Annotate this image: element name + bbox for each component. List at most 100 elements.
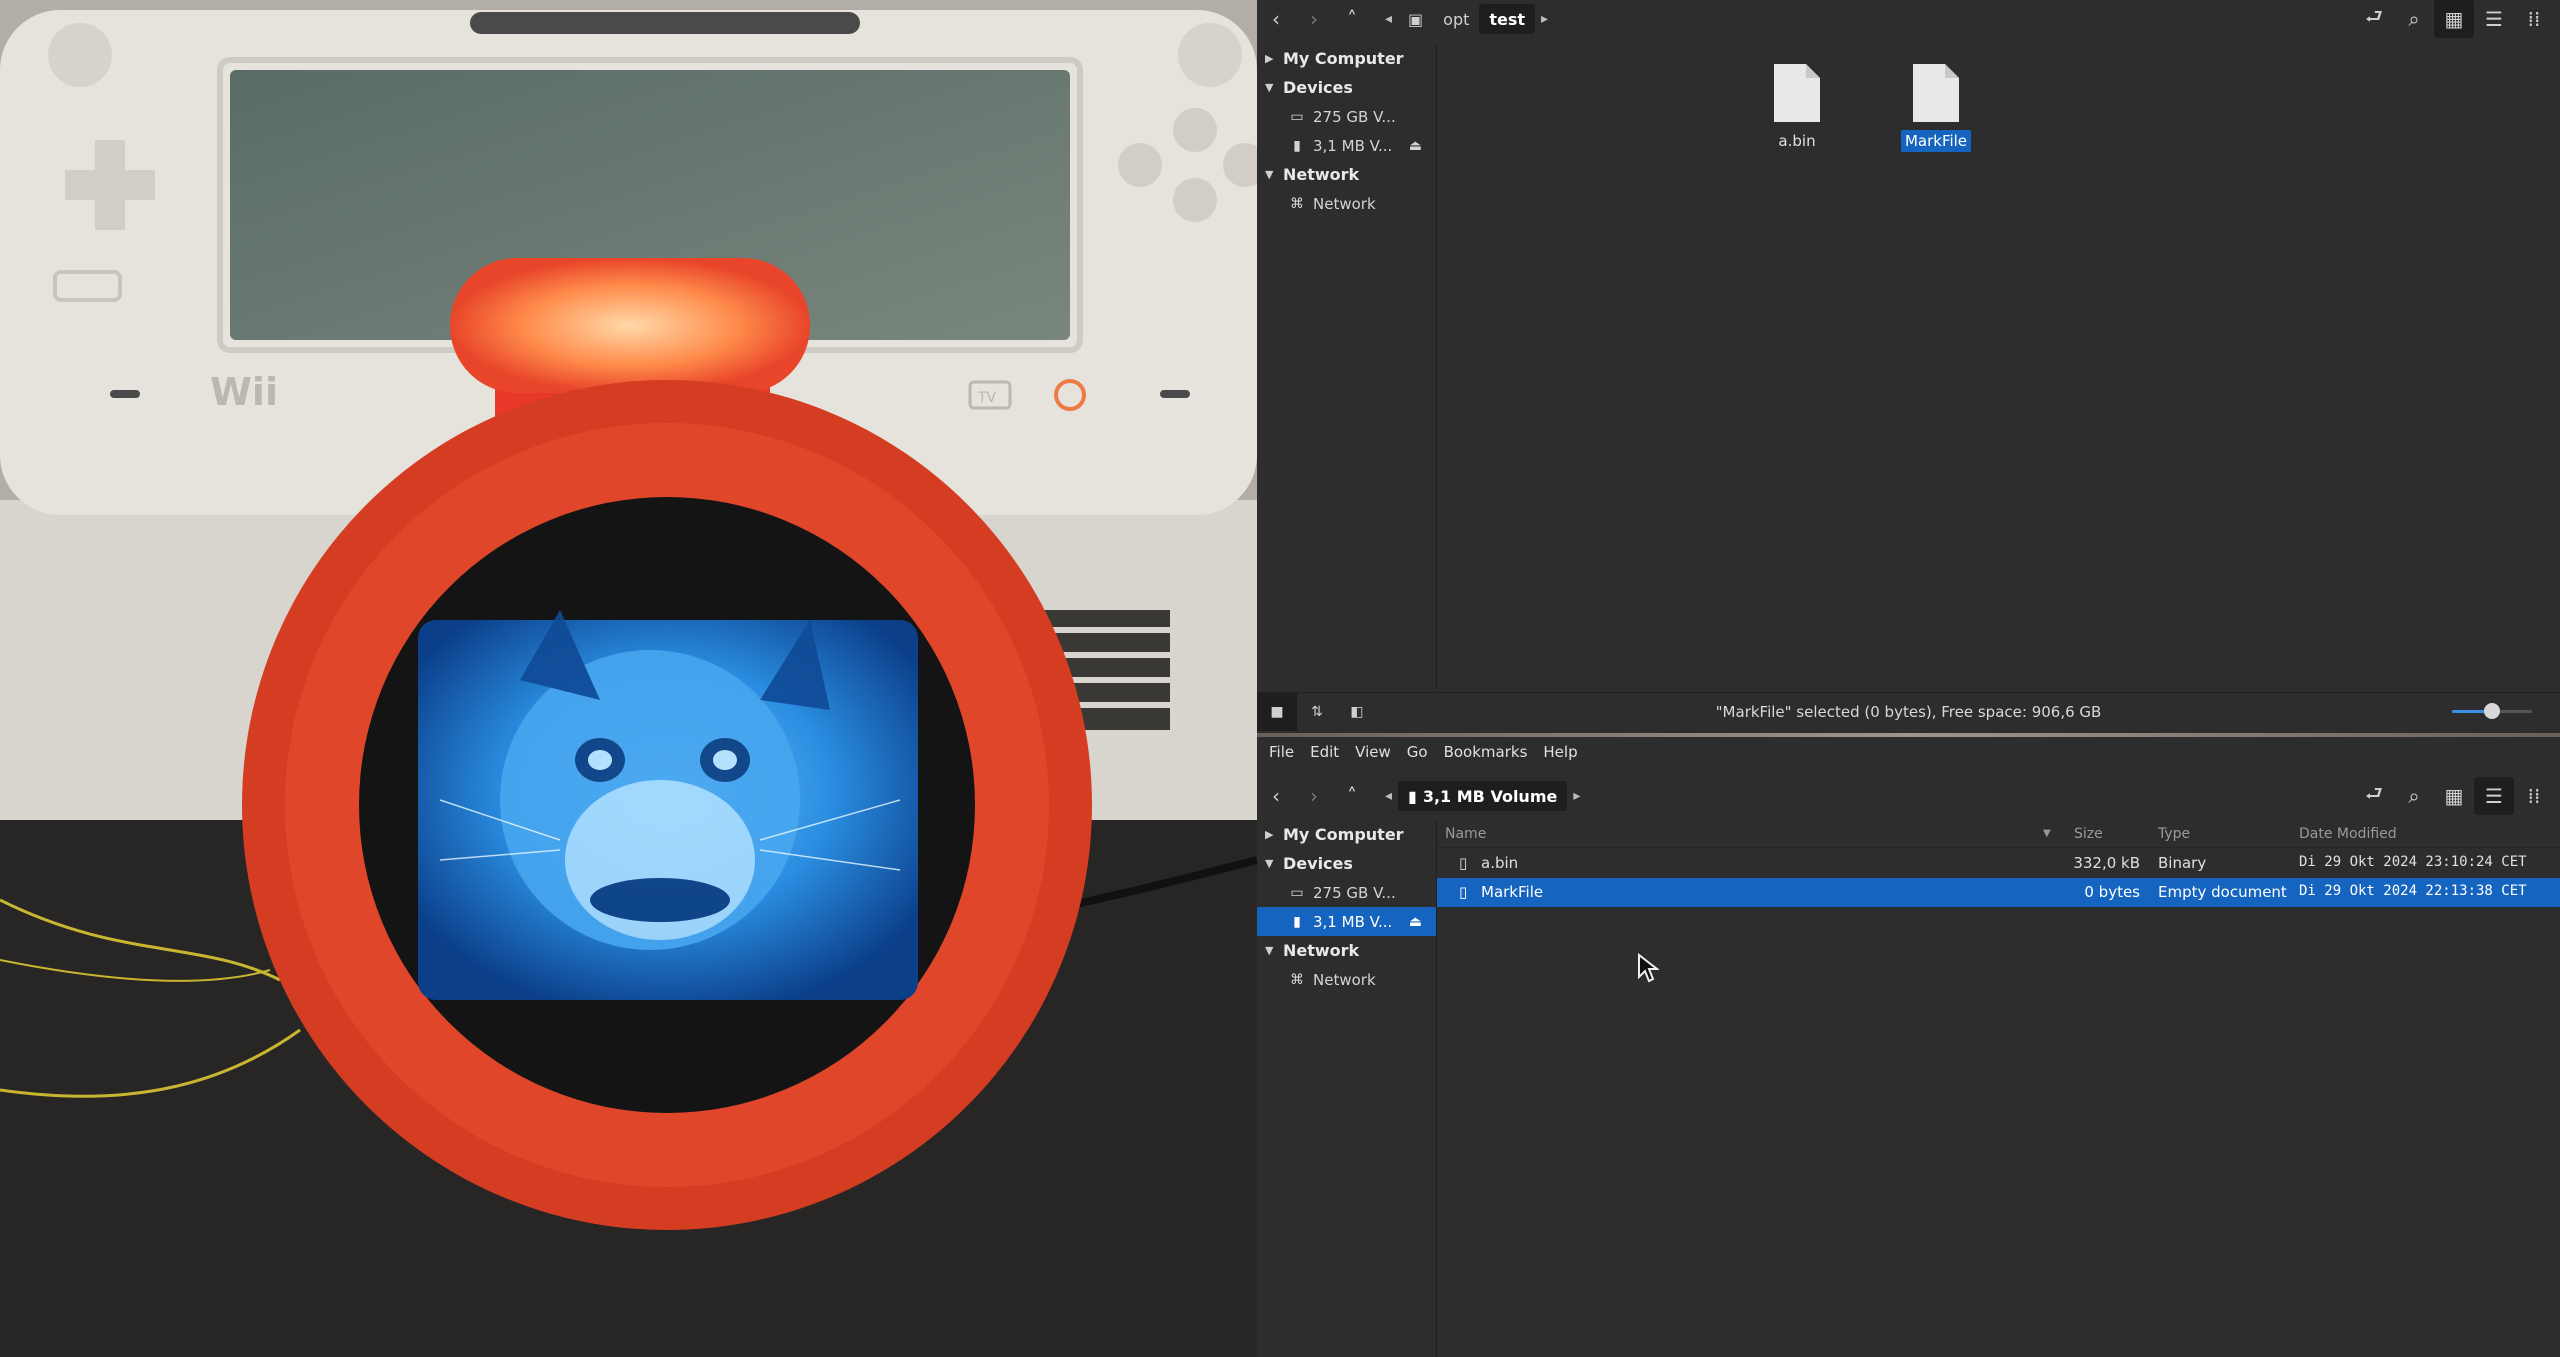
row-name: a.bin — [1481, 854, 1519, 872]
breadcrumb: ◂ ▮ 3,1 MB Volume ▸ — [1379, 781, 1586, 811]
file-name-label-selected: MarkFile — [1900, 130, 1972, 152]
status-text: "MarkFile" selected (0 bytes), Free spac… — [1715, 702, 2102, 721]
list-header: Name ▼ Size Type Date Modified — [1437, 820, 2560, 848]
column-header-name[interactable]: Name — [1445, 826, 1486, 842]
sidebar-toggle-icon[interactable]: ◧ — [1337, 693, 1377, 731]
column-header-size[interactable]: Size — [2074, 826, 2103, 842]
sort-descending-icon[interactable]: ▼ — [2043, 828, 2051, 839]
sidebar-network-header[interactable]: ▼ Network — [1257, 936, 1436, 965]
breadcrumb-right-arrow[interactable]: ▸ — [1535, 11, 1554, 27]
sidebar-my-computer[interactable]: ▶ My Computer — [1257, 44, 1436, 73]
top-icon-view: a.bin MarkFile — [1437, 44, 2560, 689]
row-size: 332,0 kB — [2073, 854, 2140, 872]
breadcrumb-left-arrow[interactable]: ◂ — [1379, 11, 1398, 27]
zoom-slider[interactable] — [2452, 703, 2532, 719]
toggle-location-icon[interactable]: ⮐ — [2354, 0, 2394, 38]
breadcrumb-segment-opt[interactable]: opt — [1433, 4, 1479, 34]
up-button[interactable]: ˄ — [1333, 777, 1371, 815]
search-icon[interactable]: ⌕ — [2394, 777, 2434, 815]
console-logo: Wii — [210, 370, 278, 414]
sidebar-device-3mb-selected[interactable]: ▮ 3,1 MB V... ⏏ — [1257, 907, 1436, 936]
tree-toggle-icon[interactable]: ⇅ — [1297, 693, 1337, 731]
network-icon: ⌘ — [1290, 195, 1304, 212]
places-toggle-icon[interactable]: ■ — [1257, 692, 1297, 731]
search-icon[interactable]: ⌕ — [2394, 0, 2434, 38]
icon-view-icon[interactable]: ▦ — [2434, 0, 2474, 38]
eject-icon[interactable]: ⏏ — [1409, 138, 1422, 154]
sidebar-device-label: 275 GB V... — [1313, 107, 1396, 126]
collapsed-triangle-icon: ▶ — [1265, 52, 1274, 65]
sidebar-my-computer-label: My Computer — [1283, 825, 1404, 844]
forward-button[interactable]: › — [1295, 0, 1333, 38]
sidebar-network-label: Network — [1313, 194, 1376, 213]
document-icon — [1911, 62, 1961, 124]
sidebar-network-header[interactable]: ▼ Network — [1257, 160, 1436, 189]
menu-view[interactable]: View — [1347, 743, 1399, 761]
camera-photo: Wii TV — [0, 0, 1257, 1357]
sidebar-device-3mb[interactable]: ▮ 3,1 MB V... ⏏ — [1257, 131, 1436, 160]
back-button[interactable]: ‹ — [1257, 777, 1295, 815]
up-button[interactable]: ˄ — [1333, 0, 1371, 38]
sidebar-network-label: Network — [1313, 970, 1376, 989]
forward-button[interactable]: › — [1295, 777, 1333, 815]
eject-icon[interactable]: ⏏ — [1409, 914, 1422, 930]
menu-bookmarks[interactable]: Bookmarks — [1436, 743, 1536, 761]
sidebar-devices[interactable]: ▼ Devices — [1257, 849, 1436, 878]
file-manager-top-window: ‹ › ˄ ◂ ▣ opt test ▸ ⮐ ⌕ ▦ ☰ ⁞⁞ ▶ My Comp… — [1257, 0, 2560, 733]
sidebar-my-computer[interactable]: ▶ My Computer — [1257, 820, 1436, 849]
breadcrumb-segment-test[interactable]: test — [1479, 4, 1536, 34]
sidebar-device-label: 3,1 MB V... — [1313, 912, 1393, 931]
sidebar-devices-label: Devices — [1283, 78, 1353, 97]
table-row-selected[interactable]: ▯ MarkFile 0 bytes Empty document Di 29 … — [1437, 878, 2560, 907]
breadcrumb-left-arrow[interactable]: ◂ — [1379, 788, 1398, 804]
zoom-slider-knob[interactable] — [2484, 703, 2500, 719]
menu-help[interactable]: Help — [1535, 743, 1585, 761]
bottom-sidebar: ▶ My Computer ▼ Devices ▭ 275 GB V... ▮ 3,1 … — [1257, 820, 1437, 1357]
file-icon: ▯ — [1459, 854, 1468, 872]
sidebar-network-item[interactable]: ⌘ Network — [1257, 965, 1436, 994]
icon-view-icon[interactable]: ▦ — [2434, 777, 2474, 815]
breadcrumb-volume-label: 3,1 MB Volume — [1422, 786, 1558, 806]
sidebar-device-label: 3,1 MB V... — [1313, 136, 1393, 155]
mouse-cursor-icon — [1638, 953, 1659, 983]
compact-view-icon[interactable]: ⁞⁞ — [2514, 0, 2554, 38]
breadcrumb-root-icon[interactable]: ▣ — [1398, 4, 1433, 34]
table-row[interactable]: ▯ a.bin 332,0 kB Binary Di 29 Okt 2024 2… — [1437, 849, 2560, 878]
drive-icon: ▭ — [1290, 884, 1304, 901]
bottom-toolbar: ‹ › ˄ ◂ ▮ 3,1 MB Volume ▸ ⮐ ⌕ ▦ ☰ ⁞⁞ — [1257, 777, 2560, 815]
network-icon: ⌘ — [1290, 971, 1304, 988]
file-icon-markfile[interactable]: MarkFile — [1891, 62, 1981, 152]
toggle-location-icon[interactable]: ⮐ — [2354, 777, 2394, 815]
bottom-list-view: Name ▼ Size Type Date Modified ▯ a.bin 3… — [1437, 820, 2560, 1357]
sidebar-my-computer-label: My Computer — [1283, 49, 1404, 68]
list-view-icon[interactable]: ☰ — [2474, 0, 2514, 38]
sidebar-devices[interactable]: ▼ Devices — [1257, 73, 1436, 102]
sidebar-device-label: 275 GB V... — [1313, 883, 1396, 902]
file-manager-bottom-window: File Edit View Go Bookmarks Help ‹ › ˄ ◂… — [1257, 737, 2560, 1357]
list-view-icon[interactable]: ☰ — [2474, 777, 2514, 815]
file-icon-a-bin[interactable]: a.bin — [1752, 62, 1842, 152]
compact-view-icon[interactable]: ⁞⁞ — [2514, 777, 2554, 815]
breadcrumb-right-arrow[interactable]: ▸ — [1567, 788, 1586, 804]
menu-edit[interactable]: Edit — [1302, 743, 1347, 761]
tv-button-label: TV — [977, 390, 997, 406]
column-header-type[interactable]: Type — [2158, 826, 2190, 842]
usb-drive-icon: ▮ — [1293, 913, 1301, 930]
column-header-date[interactable]: Date Modified — [2299, 826, 2397, 842]
breadcrumb-segment-volume[interactable]: ▮ 3,1 MB Volume — [1398, 781, 1568, 811]
sidebar-device-275gb[interactable]: ▭ 275 GB V... — [1257, 878, 1436, 907]
row-size: 0 bytes — [2084, 883, 2140, 901]
expanded-triangle-icon: ▼ — [1265, 944, 1274, 957]
top-toolbar: ‹ › ˄ ◂ ▣ opt test ▸ ⮐ ⌕ ▦ ☰ ⁞⁞ — [1257, 0, 2560, 38]
sidebar-device-275gb[interactable]: ▭ 275 GB V... — [1257, 102, 1436, 131]
file-icon: ▯ — [1459, 883, 1468, 901]
menu-file[interactable]: File — [1261, 743, 1302, 761]
sidebar-network-item[interactable]: ⌘ Network — [1257, 189, 1436, 218]
file-name-label: a.bin — [1778, 132, 1816, 150]
sidebar-network-header-label: Network — [1283, 165, 1360, 184]
top-sidebar: ▶ My Computer ▼ Devices ▭ 275 GB V... ▮ 3,1 … — [1257, 44, 1437, 689]
expanded-triangle-icon: ▼ — [1265, 81, 1274, 94]
menu-go[interactable]: Go — [1399, 743, 1436, 761]
collapsed-triangle-icon: ▶ — [1265, 828, 1274, 841]
back-button[interactable]: ‹ — [1257, 0, 1295, 38]
